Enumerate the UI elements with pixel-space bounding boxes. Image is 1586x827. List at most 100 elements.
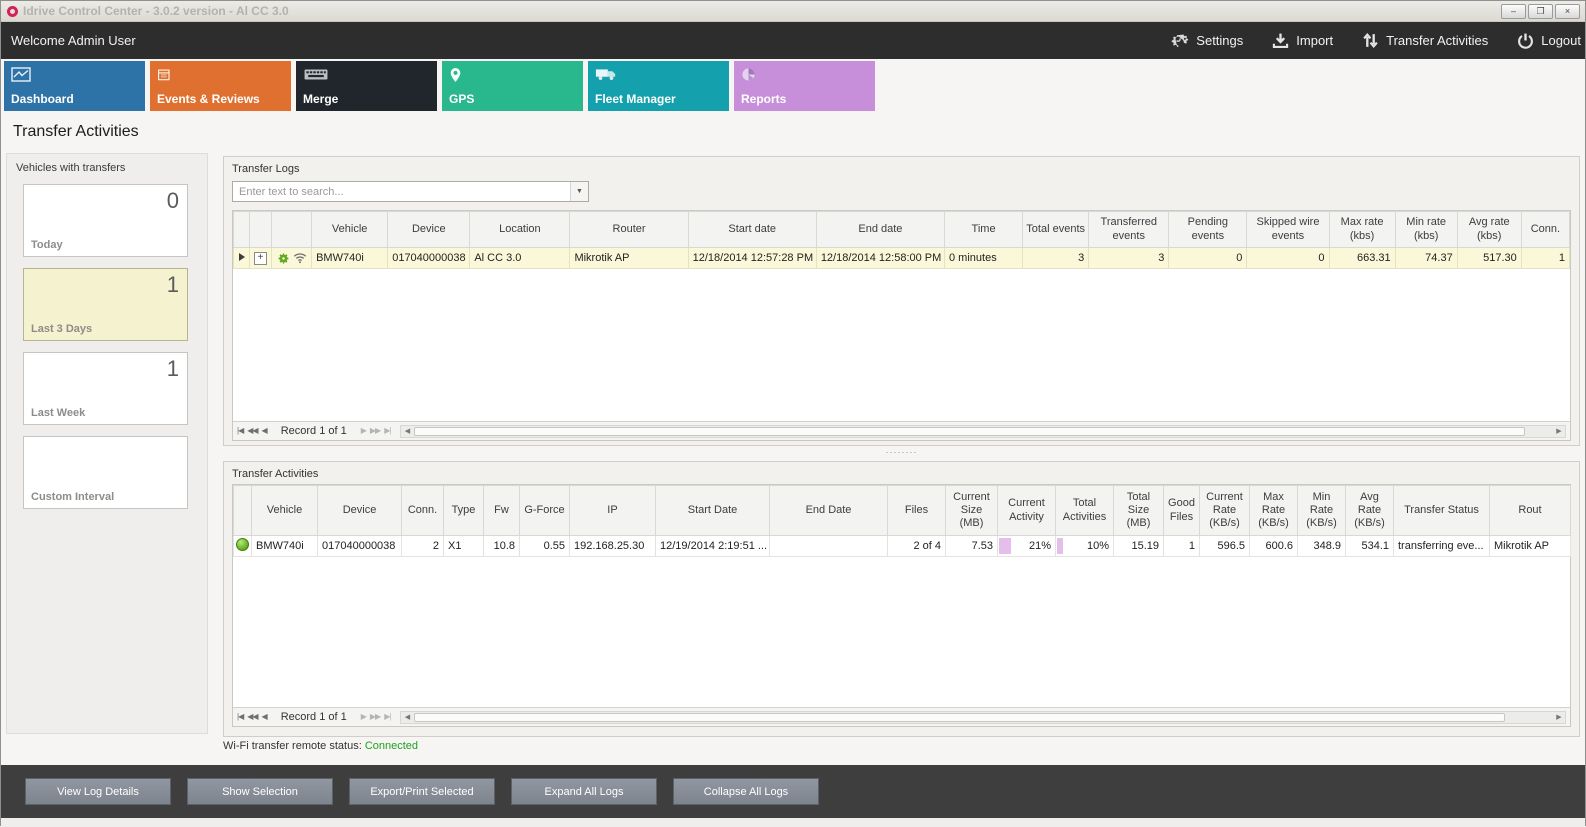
top-header-bar: Welcome Admin User Settings Import Trans… — [1, 22, 1585, 59]
transfer-log-row[interactable]: + BMW740i 017040000038 Al CC 3.0 Mikroti… — [234, 248, 1570, 269]
gear-icon — [277, 252, 290, 264]
col-skipped-wire-events[interactable]: Skipped wire events — [1247, 212, 1329, 248]
nav-tiles: Dashboard Events & Reviews Merge GPS Fle… — [4, 61, 875, 111]
col-end-date[interactable]: End Date — [770, 486, 888, 536]
splitter-grip[interactable]: ········ — [223, 448, 1580, 456]
transfer-activities-label: Transfer Activities — [1386, 33, 1488, 48]
col-start-date[interactable]: Start Date — [656, 486, 770, 536]
col-device[interactable]: Device — [318, 486, 402, 536]
prev-record-icon[interactable]: ◀ — [262, 713, 267, 721]
tile-fleet-manager[interactable]: Fleet Manager — [588, 61, 729, 111]
card-custom-interval[interactable]: Custom Interval — [23, 436, 188, 509]
col-ip[interactable]: IP — [570, 486, 656, 536]
scroll-right-icon[interactable]: ▶ — [1553, 427, 1565, 435]
next-record-icon[interactable]: ▶ — [361, 427, 366, 435]
col-end-date[interactable]: End date — [816, 212, 944, 248]
col-device[interactable]: Device — [388, 212, 470, 248]
scroll-left-icon[interactable]: ◀ — [401, 713, 413, 721]
col-location[interactable]: Location — [470, 212, 570, 248]
col-fw[interactable]: Fw — [484, 486, 520, 536]
col-conn[interactable]: Conn. — [1521, 212, 1569, 248]
settings-button[interactable]: Settings — [1171, 32, 1243, 49]
tile-events-reviews[interactable]: Events & Reviews — [150, 61, 291, 111]
expand-row-icon[interactable]: + — [254, 252, 267, 265]
events-calendar-icon — [157, 67, 179, 84]
col-min-rate[interactable]: Min rate (kbs) — [1395, 212, 1457, 248]
search-combo: ▼ — [232, 181, 589, 202]
col-pending-events[interactable]: Pending events — [1169, 212, 1247, 248]
col-type[interactable]: Type — [444, 486, 484, 536]
prev-page-icon[interactable]: ◀◀ — [247, 713, 257, 721]
first-record-icon[interactable]: |◀ — [237, 713, 243, 721]
col-avg-rate[interactable]: Avg Rate (KB/s) — [1346, 486, 1394, 536]
card-last-3-days[interactable]: 1 Last 3 Days — [23, 268, 188, 341]
col-conn[interactable]: Conn. — [402, 486, 444, 536]
prev-page-icon[interactable]: ◀◀ — [247, 427, 257, 435]
show-selection-button[interactable]: Show Selection — [187, 778, 333, 805]
search-input[interactable] — [233, 182, 570, 201]
col-status-icon — [234, 486, 252, 536]
horizontal-scrollbar[interactable]: ◀ ▶ — [400, 425, 1566, 438]
next-page-icon[interactable]: ▶▶ — [370, 713, 380, 721]
last-record-icon[interactable]: ▶| — [384, 427, 390, 435]
tile-merge-label: Merge — [303, 92, 338, 106]
col-good-files[interactable]: Good Files — [1164, 486, 1200, 536]
close-button[interactable]: × — [1555, 4, 1580, 19]
col-router[interactable]: Router — [570, 212, 688, 248]
col-avg-rate[interactable]: Avg rate (kbs) — [1457, 212, 1521, 248]
col-max-rate[interactable]: Max Rate (KB/s) — [1250, 486, 1298, 536]
transfer-activity-row[interactable]: BMW740i 017040000038 2 X1 10.8 0.55 192.… — [234, 536, 1571, 557]
col-min-rate[interactable]: Min Rate (KB/s) — [1298, 486, 1346, 536]
card-last-week[interactable]: 1 Last Week — [23, 352, 188, 425]
maximize-button[interactable]: ❐ — [1528, 4, 1553, 19]
search-dropdown-button[interactable]: ▼ — [570, 182, 588, 201]
wifi-icon — [293, 252, 307, 264]
col-vehicle[interactable]: Vehicle — [252, 486, 318, 536]
minimize-button[interactable]: – — [1501, 4, 1526, 19]
col-max-rate[interactable]: Max rate (kbs) — [1329, 212, 1395, 248]
tile-gps[interactable]: GPS — [442, 61, 583, 111]
transfer-activities-button[interactable]: Transfer Activities — [1361, 32, 1488, 49]
grid-empty-area — [233, 557, 1570, 707]
collapse-all-logs-button[interactable]: Collapse All Logs — [673, 778, 819, 805]
last-record-icon[interactable]: ▶| — [384, 713, 390, 721]
scrollbar-thumb[interactable] — [414, 427, 1525, 436]
col-time[interactable]: Time — [945, 212, 1023, 248]
card-today[interactable]: 0 Today — [23, 184, 188, 257]
col-g-force[interactable]: G-Force — [520, 486, 570, 536]
tile-dashboard-label: Dashboard — [11, 92, 74, 106]
col-transfer-status[interactable]: Transfer Status — [1394, 486, 1490, 536]
col-current-rate[interactable]: Current Rate (KB/s) — [1200, 486, 1250, 536]
expand-all-logs-button[interactable]: Expand All Logs — [511, 778, 657, 805]
tile-dashboard[interactable]: Dashboard — [4, 61, 145, 111]
col-files[interactable]: Files — [888, 486, 946, 536]
col-vehicle[interactable]: Vehicle — [312, 212, 388, 248]
view-log-details-button[interactable]: View Log Details — [25, 778, 171, 805]
col-transferred-events[interactable]: Transferred events — [1089, 212, 1169, 248]
col-total-size[interactable]: Total Size (MB) — [1114, 486, 1164, 536]
col-router[interactable]: Rout — [1490, 486, 1571, 536]
col-total-events[interactable]: Total events — [1023, 212, 1089, 248]
next-record-icon[interactable]: ▶ — [361, 713, 366, 721]
transfer-logs-group: Transfer Logs ▼ Vehicle Device Location … — [223, 156, 1580, 446]
logout-button[interactable]: Logout — [1516, 32, 1581, 49]
merge-keyboard-icon — [303, 67, 325, 84]
transfer-logs-grid: Vehicle Device Location Router Start dat… — [232, 210, 1571, 441]
scroll-left-icon[interactable]: ◀ — [401, 427, 413, 435]
scroll-right-icon[interactable]: ▶ — [1553, 713, 1565, 721]
first-record-icon[interactable]: |◀ — [237, 427, 243, 435]
tile-merge[interactable]: Merge — [296, 61, 437, 111]
next-page-icon[interactable]: ▶▶ — [370, 427, 380, 435]
prev-record-icon[interactable]: ◀ — [262, 427, 267, 435]
sidebar-title: Vehicles with transfers — [7, 154, 207, 184]
col-current-size[interactable]: Current Size (MB) — [946, 486, 998, 536]
col-start-date[interactable]: Start date — [688, 212, 816, 248]
scrollbar-thumb[interactable] — [414, 713, 1505, 722]
export-print-selected-button[interactable]: Export/Print Selected — [349, 778, 495, 805]
horizontal-scrollbar[interactable]: ◀ ▶ — [400, 711, 1566, 724]
col-total-activities[interactable]: Total Activities — [1056, 486, 1114, 536]
tile-reports[interactable]: Reports — [734, 61, 875, 111]
import-button[interactable]: Import — [1271, 32, 1333, 49]
col-current-activity[interactable]: Current Activity — [998, 486, 1056, 536]
transfer-activities-grid: Vehicle Device Conn. Type Fw G-Force IP … — [232, 484, 1571, 727]
